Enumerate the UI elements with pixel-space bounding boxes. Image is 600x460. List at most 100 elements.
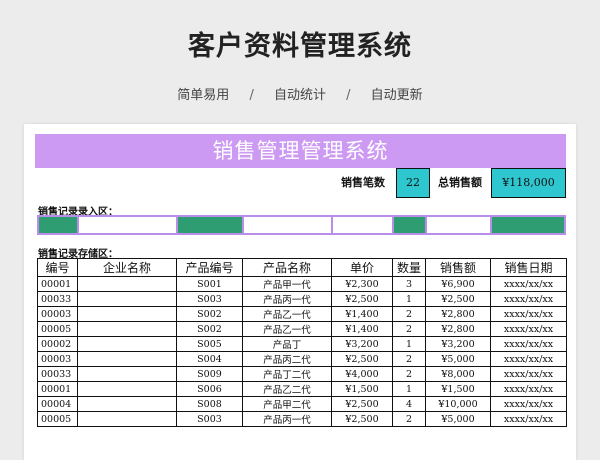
cell-id[interactable]: 00005: [37, 411, 78, 427]
cell-id[interactable]: 00001: [37, 381, 78, 397]
cell-product-name[interactable]: 产品甲一代: [242, 276, 332, 292]
cell-sales-amount[interactable]: ¥3,200: [425, 336, 491, 352]
cell-product-name[interactable]: 产品丁: [242, 336, 332, 352]
table-row[interactable]: 00004 S008 产品甲二代 ¥2,500 4 ¥10,000 xxxx/xx/xx: [37, 396, 567, 412]
cell-id[interactable]: 00003: [37, 306, 78, 322]
cell-company[interactable]: [77, 306, 177, 322]
entry-cell[interactable]: [178, 217, 244, 233]
cell-unit-price[interactable]: ¥2,500: [331, 291, 393, 307]
cell-sales-date[interactable]: xxxx/xx/xx: [490, 336, 567, 352]
cell-unit-price[interactable]: ¥1,500: [331, 381, 393, 397]
cell-product-name[interactable]: 产品甲二代: [242, 396, 332, 412]
cell-id[interactable]: 00005: [37, 321, 78, 337]
entry-cell[interactable]: [333, 217, 394, 233]
cell-sales-date[interactable]: xxxx/xx/xx: [490, 321, 567, 337]
cell-sales-date[interactable]: xxxx/xx/xx: [490, 366, 567, 382]
cell-product-id[interactable]: S008: [176, 396, 243, 412]
cell-unit-price[interactable]: ¥2,500: [331, 411, 393, 427]
cell-sales-date[interactable]: xxxx/xx/xx: [490, 291, 567, 307]
cell-sales-date[interactable]: xxxx/xx/xx: [490, 351, 567, 367]
cell-product-id[interactable]: S001: [176, 276, 243, 292]
cell-product-id[interactable]: S002: [176, 306, 243, 322]
cell-unit-price[interactable]: ¥1,400: [331, 306, 393, 322]
cell-company[interactable]: [77, 366, 177, 382]
cell-sales-amount[interactable]: ¥8,000: [425, 366, 491, 382]
table-row[interactable]: 00033 S003 产品丙一代 ¥2,500 1 ¥2,500 xxxx/xx/xx: [37, 291, 567, 307]
cell-product-id[interactable]: S009: [176, 366, 243, 382]
entry-cell[interactable]: [394, 217, 427, 233]
cell-product-id[interactable]: S006: [176, 381, 243, 397]
cell-company[interactable]: [77, 276, 177, 292]
entry-cell[interactable]: [79, 217, 178, 233]
cell-company[interactable]: [77, 396, 177, 412]
cell-sales-amount[interactable]: ¥5,000: [425, 351, 491, 367]
cell-company[interactable]: [77, 411, 177, 427]
cell-product-id[interactable]: S005: [176, 336, 243, 352]
cell-company[interactable]: [77, 336, 177, 352]
cell-sales-amount[interactable]: ¥2,800: [425, 321, 491, 337]
cell-company[interactable]: [77, 351, 177, 367]
cell-product-name[interactable]: 产品丙一代: [242, 291, 332, 307]
cell-product-name[interactable]: 产品丁二代: [242, 366, 332, 382]
table-row[interactable]: 00005 S002 产品乙一代 ¥1,400 2 ¥2,800 xxxx/xx/xx: [37, 321, 567, 337]
cell-id[interactable]: 00033: [37, 291, 78, 307]
cell-sales-amount[interactable]: ¥6,900: [425, 276, 491, 292]
table-row[interactable]: 00003 S002 产品乙一代 ¥1,400 2 ¥2,800 xxxx/xx/xx: [37, 306, 567, 322]
cell-id[interactable]: 00003: [37, 351, 78, 367]
cell-quantity[interactable]: 2: [392, 411, 426, 427]
cell-product-name[interactable]: 产品乙一代: [242, 321, 332, 337]
table-row[interactable]: 00001 S001 产品甲一代 ¥2,300 3 ¥6,900 xxxx/xx/xx: [37, 276, 567, 292]
table-row[interactable]: 00005 S003 产品丙一代 ¥2,500 2 ¥5,000 xxxx/xx/xx: [37, 411, 567, 427]
table-row[interactable]: 00002 S005 产品丁 ¥3,200 1 ¥3,200 xxxx/xx/xx: [37, 336, 567, 352]
cell-unit-price[interactable]: ¥4,000: [331, 366, 393, 382]
cell-sales-amount[interactable]: ¥1,500: [425, 381, 491, 397]
cell-product-id[interactable]: S002: [176, 321, 243, 337]
cell-sales-amount[interactable]: ¥2,500: [425, 291, 491, 307]
cell-product-name[interactable]: 产品乙二代: [242, 381, 332, 397]
cell-sales-date[interactable]: xxxx/xx/xx: [490, 306, 567, 322]
cell-id[interactable]: 00002: [37, 336, 78, 352]
cell-quantity[interactable]: 1: [392, 381, 426, 397]
table-row[interactable]: 00001 S006 产品乙二代 ¥1,500 1 ¥1,500 xxxx/xx/xx: [37, 381, 567, 397]
cell-product-name[interactable]: 产品丙一代: [242, 411, 332, 427]
table-row[interactable]: 00033 S009 产品丁二代 ¥4,000 2 ¥8,000 xxxx/xx/xx: [37, 366, 567, 382]
cell-quantity[interactable]: 4: [392, 396, 426, 412]
cell-company[interactable]: [77, 381, 177, 397]
sales-count-value[interactable]: 22: [396, 168, 430, 198]
cell-unit-price[interactable]: ¥2,300: [331, 276, 393, 292]
cell-product-id[interactable]: S003: [176, 411, 243, 427]
table-row[interactable]: 00003 S004 产品丙二代 ¥2,500 2 ¥5,000 xxxx/xx/xx: [37, 351, 567, 367]
entry-cell[interactable]: [244, 217, 333, 233]
cell-sales-date[interactable]: xxxx/xx/xx: [490, 381, 567, 397]
cell-sales-date[interactable]: xxxx/xx/xx: [490, 276, 567, 292]
cell-company[interactable]: [77, 291, 177, 307]
cell-unit-price[interactable]: ¥2,500: [331, 396, 393, 412]
cell-id[interactable]: 00001: [37, 276, 78, 292]
entry-cell[interactable]: [492, 217, 564, 233]
cell-quantity[interactable]: 2: [392, 306, 426, 322]
cell-id[interactable]: 00033: [37, 366, 78, 382]
cell-sales-amount[interactable]: ¥2,800: [425, 306, 491, 322]
cell-quantity[interactable]: 2: [392, 321, 426, 337]
cell-quantity[interactable]: 1: [392, 291, 426, 307]
cell-id[interactable]: 00004: [37, 396, 78, 412]
cell-quantity[interactable]: 3: [392, 276, 426, 292]
cell-quantity[interactable]: 2: [392, 351, 426, 367]
cell-product-name[interactable]: 产品丙二代: [242, 351, 332, 367]
cell-sales-amount[interactable]: ¥10,000: [425, 396, 491, 412]
cell-unit-price[interactable]: ¥1,400: [331, 321, 393, 337]
cell-product-id[interactable]: S004: [176, 351, 243, 367]
entry-cell[interactable]: [427, 217, 492, 233]
cell-company[interactable]: [77, 321, 177, 337]
cell-quantity[interactable]: 1: [392, 336, 426, 352]
cell-unit-price[interactable]: ¥2,500: [331, 351, 393, 367]
cell-sales-date[interactable]: xxxx/xx/xx: [490, 396, 567, 412]
cell-quantity[interactable]: 2: [392, 366, 426, 382]
cell-product-name[interactable]: 产品乙一代: [242, 306, 332, 322]
entry-cell[interactable]: [39, 217, 79, 233]
sales-total-value[interactable]: ¥118,000: [491, 168, 566, 198]
cell-sales-amount[interactable]: ¥5,000: [425, 411, 491, 427]
cell-unit-price[interactable]: ¥3,200: [331, 336, 393, 352]
cell-product-id[interactable]: S003: [176, 291, 243, 307]
cell-sales-date[interactable]: xxxx/xx/xx: [490, 411, 567, 427]
